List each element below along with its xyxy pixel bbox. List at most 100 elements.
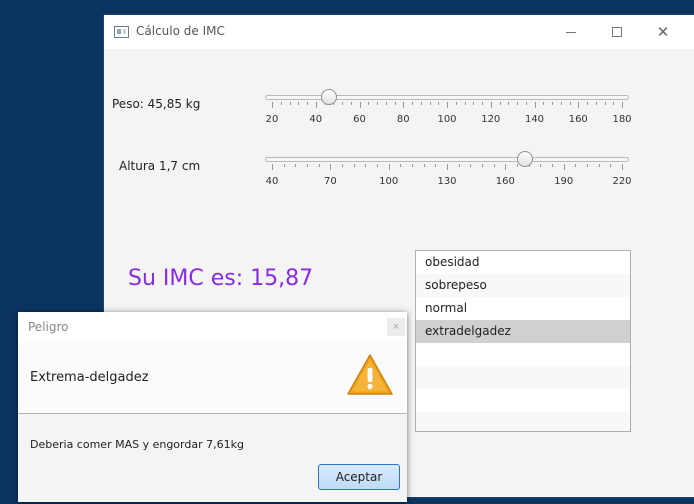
altura-slider[interactable]: 40 70 100 130 160 190 220 bbox=[265, 150, 632, 190]
list-item[interactable]: sobrepeso bbox=[416, 274, 630, 297]
altura-label: Altura 1,7 cm bbox=[119, 159, 201, 173]
list-item-empty[interactable] bbox=[416, 389, 630, 412]
slider-tick bbox=[578, 102, 580, 108]
slider-tick bbox=[543, 102, 545, 105]
slider-tick bbox=[289, 102, 291, 105]
category-list[interactable]: obesidad sobrepeso normal extradelgadez bbox=[415, 250, 631, 432]
maximize-icon bbox=[612, 27, 622, 37]
slider-tick bbox=[400, 164, 402, 167]
slider-tick bbox=[412, 164, 413, 167]
slider-tick bbox=[435, 164, 437, 167]
slider-tick-label: 220 bbox=[612, 176, 632, 187]
slider-tick bbox=[490, 102, 492, 108]
slider-tick bbox=[482, 102, 483, 105]
slider-tick bbox=[272, 164, 273, 170]
minimize-button[interactable] bbox=[548, 15, 594, 49]
slider-tick bbox=[604, 102, 606, 105]
list-item[interactable]: extradelgadez bbox=[416, 320, 630, 343]
slider-tick-label: 120 bbox=[481, 114, 501, 125]
slider-tick-label: 130 bbox=[437, 176, 457, 187]
slider-tick bbox=[517, 102, 518, 105]
slider-tick-label: 60 bbox=[353, 114, 366, 125]
slider-tick-label: 70 bbox=[323, 176, 337, 187]
slider-tick bbox=[534, 102, 536, 108]
list-item[interactable]: obesidad bbox=[416, 251, 630, 274]
slider-tick bbox=[447, 164, 448, 170]
dialog-close-button[interactable]: × bbox=[387, 318, 405, 336]
app-icon bbox=[114, 26, 129, 38]
slider-tick bbox=[377, 164, 378, 167]
slider-tick bbox=[359, 102, 361, 108]
slider-tick bbox=[342, 102, 343, 105]
slider-tick bbox=[394, 102, 396, 105]
slider-tick bbox=[455, 102, 457, 105]
slider-tick bbox=[307, 164, 308, 167]
slider-tick bbox=[610, 164, 612, 167]
slider-tick-label: 100 bbox=[437, 114, 457, 125]
slider-tick-label: 190 bbox=[554, 176, 574, 187]
slider-tick bbox=[493, 164, 495, 167]
window-title: Cálculo de IMC bbox=[136, 24, 225, 38]
slider-tick bbox=[552, 164, 553, 167]
slider-tick-label: 160 bbox=[568, 114, 588, 125]
slider-tick bbox=[298, 102, 300, 105]
slider-tick bbox=[385, 102, 387, 105]
slider-tick bbox=[315, 102, 317, 108]
peso-slider-track[interactable] bbox=[265, 95, 629, 100]
slider-tick bbox=[447, 102, 448, 108]
warning-dialog: Peligro × Extrema-delgadez Deberia comer… bbox=[18, 312, 407, 502]
list-item[interactable]: normal bbox=[416, 297, 630, 320]
slider-tick bbox=[473, 102, 475, 105]
peso-slider[interactable]: 20 40 60 80 100 120 140 160 180 bbox=[265, 88, 632, 128]
slider-tick bbox=[388, 164, 390, 170]
slider-tick bbox=[429, 102, 431, 105]
slider-tick bbox=[508, 102, 510, 105]
dialog-header-text: Extrema-delgadez bbox=[30, 370, 149, 385]
slider-tick bbox=[318, 164, 320, 167]
slider-tick bbox=[622, 102, 623, 108]
slider-tick bbox=[587, 164, 588, 167]
slider-tick bbox=[283, 164, 285, 167]
slider-tick bbox=[470, 164, 472, 167]
slider-tick bbox=[575, 164, 577, 167]
slider-tick-label: 180 bbox=[612, 114, 632, 125]
slider-tick bbox=[350, 102, 352, 105]
close-icon: × bbox=[392, 322, 400, 332]
list-item-empty[interactable] bbox=[416, 412, 630, 431]
slider-tick bbox=[403, 102, 405, 108]
slider-tick bbox=[420, 102, 422, 105]
dialog-content-text: Deberia comer MAS y engordar 7,61kg bbox=[30, 438, 244, 451]
minimize-icon bbox=[566, 31, 576, 33]
peso-label: Peso: 45,85 kg bbox=[112, 97, 201, 111]
dialog-titlebar[interactable]: Peligro × bbox=[18, 312, 407, 342]
slider-tick bbox=[595, 102, 597, 105]
slider-tick bbox=[622, 164, 623, 170]
slider-tick bbox=[569, 102, 571, 105]
slider-tick-label: 100 bbox=[379, 176, 399, 187]
list-item-empty[interactable] bbox=[416, 366, 630, 389]
slider-tick bbox=[560, 102, 562, 105]
slider-tick bbox=[505, 164, 507, 170]
list-item-empty[interactable] bbox=[416, 343, 630, 366]
imc-result: Su IMC es: 15,87 bbox=[128, 266, 314, 291]
close-icon: ✕ bbox=[656, 23, 670, 41]
slider-tick bbox=[613, 102, 615, 105]
window-titlebar[interactable]: Cálculo de IMC ✕ bbox=[104, 15, 694, 49]
slider-tick bbox=[458, 164, 460, 167]
altura-slider-ticks bbox=[265, 164, 629, 170]
altura-slider-thumb[interactable] bbox=[516, 151, 533, 167]
altura-slider-track[interactable] bbox=[265, 157, 629, 162]
accept-button[interactable]: Aceptar bbox=[318, 464, 400, 490]
slider-tick bbox=[295, 164, 297, 167]
slider-tick bbox=[482, 164, 483, 167]
slider-tick-label: 160 bbox=[495, 176, 515, 187]
peso-slider-thumb[interactable] bbox=[320, 89, 337, 105]
slider-tick bbox=[499, 102, 501, 105]
slider-tick bbox=[272, 102, 273, 108]
slider-tick bbox=[587, 102, 588, 105]
slider-tick-label: 140 bbox=[524, 114, 545, 125]
slider-tick bbox=[598, 164, 600, 167]
close-button[interactable]: ✕ bbox=[640, 15, 686, 49]
slider-tick bbox=[540, 164, 542, 167]
maximize-button[interactable] bbox=[594, 15, 640, 49]
